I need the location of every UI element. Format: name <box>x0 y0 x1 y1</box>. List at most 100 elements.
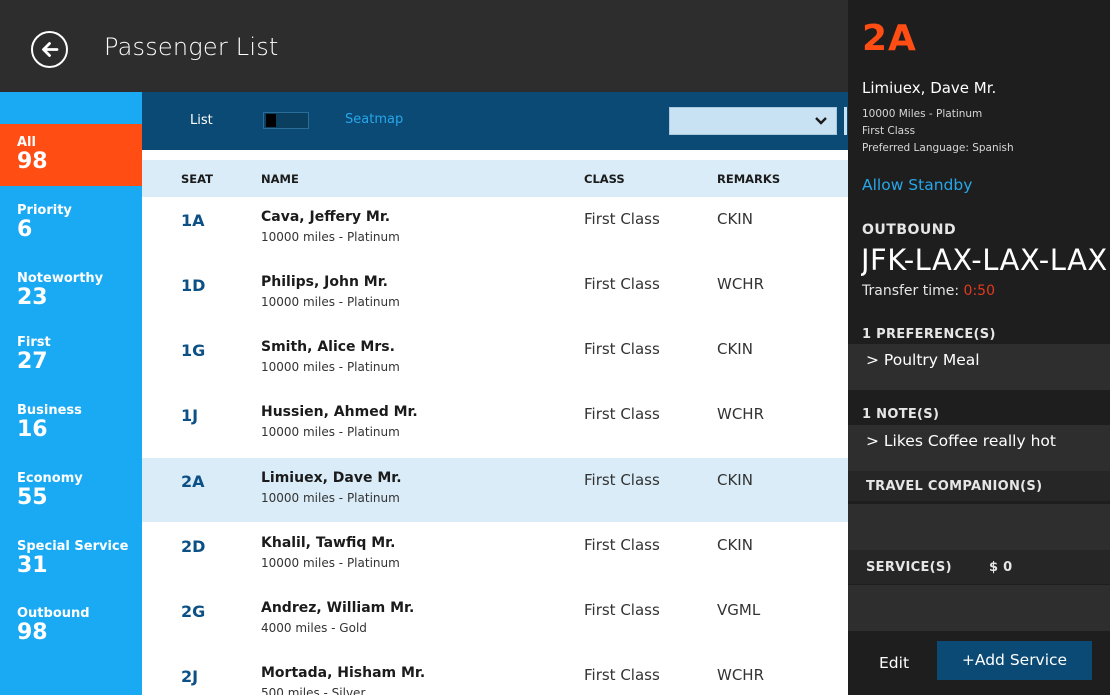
table-row[interactable]: 1J Hussien, Ahmed Mr. 10000 miles - Plat… <box>142 392 848 456</box>
table-header: SEAT NAME CLASS REMARKS <box>142 160 848 197</box>
row-class: First Class <box>584 666 660 684</box>
row-remarks: CKIN <box>717 210 753 228</box>
row-class: First Class <box>584 601 660 619</box>
row-class: First Class <box>584 275 660 293</box>
list-view-link[interactable]: List <box>190 113 213 128</box>
transfer-time-value: 0:50 <box>963 283 995 299</box>
outbound-label: OUTBOUND <box>862 222 957 238</box>
row-class: First Class <box>584 210 660 228</box>
row-class: First Class <box>584 471 660 489</box>
companions-label: TRAVEL COMPANION(S) <box>866 479 1043 494</box>
back-arrow-icon[interactable] <box>31 31 68 68</box>
column-header-class[interactable]: CLASS <box>584 172 625 186</box>
sidebar-item-count: 23 <box>17 285 48 310</box>
detail-passenger-name: Limiuex, Dave Mr. <box>862 79 997 97</box>
sidebar-item-first[interactable]: First 27 <box>0 324 142 386</box>
edit-button[interactable]: Edit <box>879 654 909 672</box>
detail-seat: 2A <box>862 18 917 59</box>
row-seat: 1G <box>181 341 206 360</box>
sidebar-item-priority[interactable]: Priority 6 <box>0 192 142 254</box>
preference-text: > Poultry Meal <box>866 351 980 369</box>
transfer-time-label: Transfer time: <box>862 283 960 299</box>
preferences-label: 1 PREFERENCE(S) <box>862 327 996 342</box>
row-seat: 2D <box>181 537 206 556</box>
seatmap-view-link[interactable]: Seatmap <box>345 112 403 127</box>
preference-item[interactable]: > Poultry Meal <box>848 344 1110 390</box>
sidebar-item-special-service[interactable]: Special Service 31 <box>0 528 142 590</box>
view-toggle-switch[interactable] <box>263 112 309 129</box>
row-seat: 1A <box>181 211 205 230</box>
sidebar-item-all[interactable]: All 98 <box>0 124 142 186</box>
row-remarks: WCHR <box>717 666 765 684</box>
row-remarks: WCHR <box>717 405 765 423</box>
table-row[interactable]: 1D Philips, John Mr. 10000 miles - Plati… <box>142 262 848 326</box>
row-miles-tier: 10000 miles - Platinum <box>261 230 400 244</box>
row-passenger-name: Smith, Alice Mrs. <box>261 339 395 355</box>
passenger-detail-panel: 2A Limiuex, Dave Mr. 10000 Miles - Plati… <box>848 0 1110 695</box>
table-row[interactable]: 1G Smith, Alice Mrs. 10000 miles - Plati… <box>142 327 848 391</box>
sidebar-item-business[interactable]: Business 16 <box>0 392 142 454</box>
category-sidebar: All 98 Priority 6 Noteworthy 23 First 27… <box>0 92 142 695</box>
row-remarks: VGML <box>717 601 761 619</box>
sidebar-item-label: All <box>17 135 36 150</box>
detail-miles-tier: 10000 Miles - Platinum <box>862 108 983 120</box>
column-header-seat[interactable]: SEAT <box>181 172 213 186</box>
sidebar-item-label: Special Service <box>17 539 129 554</box>
row-class: First Class <box>584 536 660 554</box>
sidebar-item-count: 31 <box>17 553 48 578</box>
transfer-time: Transfer time: 0:50 <box>862 283 995 299</box>
sidebar-item-outbound[interactable]: Outbound 98 <box>0 595 142 657</box>
app-window: Passenger List All 98 Priority 6 Notewor… <box>0 0 1110 695</box>
sidebar-item-count: 55 <box>17 485 48 510</box>
sidebar-item-count: 6 <box>17 217 33 242</box>
row-miles-tier: 10000 miles - Platinum <box>261 425 400 439</box>
chevron-down-icon <box>815 117 827 125</box>
note-text: > Likes Coffee really hot <box>866 432 1056 450</box>
filter-dropdown[interactable] <box>669 107 837 135</box>
row-seat: 1J <box>181 406 199 425</box>
route-text: JFK-LAX-LAX-LAX <box>861 243 1108 277</box>
detail-class: First Class <box>862 125 916 137</box>
column-header-remarks[interactable]: REMARKS <box>717 172 780 186</box>
row-passenger-name: Hussien, Ahmed Mr. <box>261 404 418 420</box>
sidebar-item-label: Noteworthy <box>17 271 104 286</box>
row-miles-tier: 500 miles - Silver <box>261 686 366 695</box>
sidebar-item-label: Business <box>17 403 82 418</box>
row-passenger-name: Andrez, William Mr. <box>261 600 415 616</box>
row-remarks: CKIN <box>717 536 753 554</box>
row-miles-tier: 10000 miles - Platinum <box>261 491 400 505</box>
row-remarks: WCHR <box>717 275 765 293</box>
table-row-selected[interactable]: 2A Limiuex, Dave Mr. 10000 miles - Plati… <box>142 458 848 522</box>
note-item[interactable]: > Likes Coffee really hot <box>848 425 1110 471</box>
row-seat: 2A <box>181 472 205 491</box>
row-passenger-name: Khalil, Tawfiq Mr. <box>261 535 396 551</box>
view-toolbar: List Seatmap <box>142 92 848 150</box>
row-seat: 1D <box>181 276 206 295</box>
toolbar-edge <box>844 107 847 135</box>
table-row[interactable]: 2D Khalil, Tawfiq Mr. 10000 miles - Plat… <box>142 523 848 587</box>
sidebar-item-label: Priority <box>17 203 72 218</box>
sidebar-item-noteworthy[interactable]: Noteworthy 23 <box>0 260 142 322</box>
sidebar-item-economy[interactable]: Economy 55 <box>0 460 142 522</box>
table-row[interactable]: 2G Andrez, William Mr. 4000 miles - Gold… <box>142 588 848 652</box>
row-seat: 2G <box>181 602 206 621</box>
companions-area <box>848 504 1110 550</box>
table-row[interactable]: 1A Cava, Jeffery Mr. 10000 miles - Plati… <box>142 197 848 261</box>
detail-language: Preferred Language: Spanish <box>862 142 1014 154</box>
table-row[interactable]: 2J Mortada, Hisham Mr. 500 miles - Silve… <box>142 653 848 695</box>
sidebar-item-count: 16 <box>17 417 48 442</box>
sidebar-item-label: First <box>17 335 51 350</box>
row-remarks: CKIN <box>717 340 753 358</box>
row-class: First Class <box>584 340 660 358</box>
add-service-button[interactable]: +Add Service <box>937 641 1092 680</box>
sidebar-item-count: 27 <box>17 349 48 374</box>
allow-standby-link[interactable]: Allow Standby <box>862 176 972 194</box>
sidebar-item-count: 98 <box>17 149 48 174</box>
sidebar-item-label: Economy <box>17 471 83 486</box>
row-miles-tier: 10000 miles - Platinum <box>261 295 400 309</box>
column-header-name[interactable]: NAME <box>261 172 299 186</box>
row-class: First Class <box>584 405 660 423</box>
row-seat: 2J <box>181 667 199 686</box>
row-passenger-name: Limiuex, Dave Mr. <box>261 470 402 486</box>
row-remarks: CKIN <box>717 471 753 489</box>
